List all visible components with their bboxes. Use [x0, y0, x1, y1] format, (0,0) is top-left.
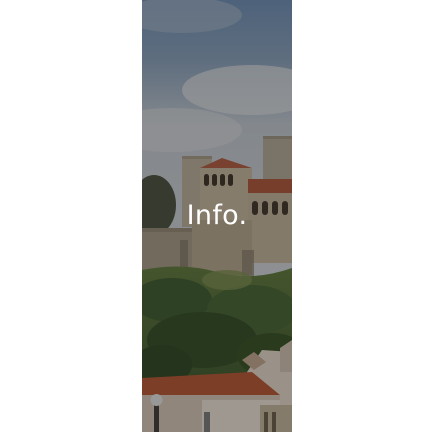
info-tile[interactable]: Info. — [142, 0, 292, 432]
tile-label: Info. — [186, 200, 248, 231]
page: Info. — [0, 0, 432, 432]
